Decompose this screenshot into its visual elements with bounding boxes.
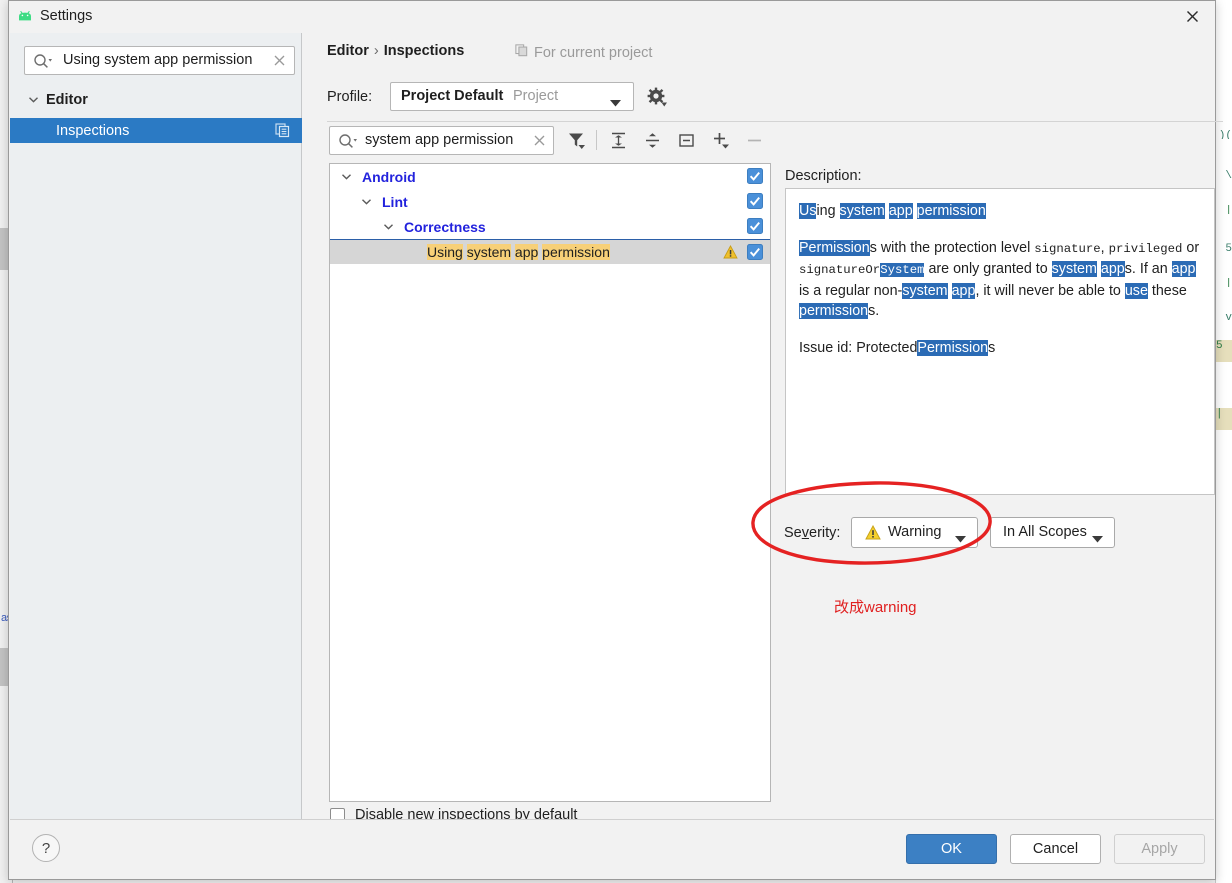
remove-button xyxy=(741,128,767,152)
dialog-title: Settings xyxy=(40,8,93,24)
severity-label: Severity: xyxy=(784,525,841,541)
warning-icon xyxy=(723,245,738,262)
dialog-footer: ? OK Cancel Apply xyxy=(10,819,1214,878)
tree-node-android[interactable]: Android xyxy=(330,164,770,189)
settings-search-value: Using system app permission xyxy=(63,52,253,68)
settings-sidebar: Using system app permission Editor Inspe… xyxy=(10,33,302,821)
help-button[interactable]: ? xyxy=(32,834,60,862)
inspection-search-value: system app permission xyxy=(365,132,514,148)
chevron-down-icon[interactable] xyxy=(338,171,354,182)
tree-node-lint[interactable]: Lint xyxy=(330,189,770,214)
sidebar-item-inspections[interactable]: Inspections xyxy=(10,118,302,143)
settings-dialog: Settings Using system app permission Edi… xyxy=(8,0,1223,880)
breadcrumb-root[interactable]: Editor xyxy=(327,43,369,59)
ide-code-line: | xyxy=(1225,205,1232,214)
settings-content-pane: Editor › Inspections For current project P… xyxy=(302,33,1223,823)
sidebar-item-label: Inspections xyxy=(56,122,130,139)
tree-leaf-using-system-app-permission[interactable]: Using system app permission xyxy=(330,239,770,264)
description-paragraph-body: Permissions with the protection level si… xyxy=(799,239,1200,319)
description-paragraph-title: Using system app permission xyxy=(799,203,986,219)
tree-leaf-checkbox[interactable] xyxy=(747,244,763,263)
ide-code-line: )( xyxy=(1218,130,1232,139)
scope-value: In All Scopes xyxy=(1003,524,1087,540)
toolbar-separator xyxy=(596,130,597,150)
ok-button[interactable]: OK xyxy=(906,834,997,864)
tree-node-checkbox[interactable] xyxy=(747,193,763,212)
expand-all-button[interactable] xyxy=(605,128,631,152)
search-icon xyxy=(338,133,358,152)
inspection-tree[interactable]: Android Lint Correctness Using system ap… xyxy=(329,163,771,802)
sidebar-item-label: Editor xyxy=(46,91,88,108)
ide-code-line: v xyxy=(1225,312,1232,321)
tree-leaf-label: Using system app permission xyxy=(427,244,610,260)
match-highlight: Using xyxy=(427,244,463,260)
apply-button: Apply xyxy=(1114,834,1205,864)
settings-search-input[interactable]: Using system app permission xyxy=(24,46,295,75)
profile-combobox[interactable]: Project Default Project xyxy=(390,82,634,111)
ide-code-line: 5 xyxy=(1225,243,1232,252)
tree-node-checkbox[interactable] xyxy=(747,168,763,187)
chevron-down-icon[interactable] xyxy=(380,221,396,232)
for-current-project-note: For current project xyxy=(515,44,652,61)
for-current-project-label: For current project xyxy=(534,44,653,61)
copy-icon xyxy=(515,44,528,61)
tree-node-label: Lint xyxy=(382,193,408,210)
tree-node-correctness[interactable]: Correctness xyxy=(330,214,770,239)
breadcrumb-leaf: Inspections xyxy=(383,43,465,59)
box-minus-icon[interactable] xyxy=(673,128,699,152)
sidebar-item-editor[interactable]: Editor xyxy=(10,87,302,112)
severity-combobox[interactable]: Warning xyxy=(851,517,978,548)
chevron-down-icon[interactable] xyxy=(358,196,374,207)
add-button[interactable] xyxy=(707,128,733,152)
chevron-down-icon[interactable] xyxy=(28,94,42,105)
ide-code-line-highlight: | xyxy=(1216,408,1232,430)
breadcrumb: Editor › Inspections xyxy=(327,43,464,59)
dialog-titlebar: Settings xyxy=(9,1,1215,33)
clear-icon[interactable] xyxy=(533,134,546,150)
description-box: Using system app permission Permissions … xyxy=(785,188,1215,495)
ide-code-line-highlight: 5 xyxy=(1216,340,1232,362)
annotation-text: 改成warning xyxy=(834,599,917,616)
close-icon[interactable] xyxy=(1170,1,1215,32)
profile-label: Profile: xyxy=(327,89,373,105)
scope-combobox[interactable]: In All Scopes xyxy=(990,517,1115,548)
copy-icon[interactable] xyxy=(275,123,290,141)
tree-node-checkbox[interactable] xyxy=(747,218,763,237)
gear-icon[interactable] xyxy=(647,87,667,110)
match-highlight: app xyxy=(514,244,539,260)
ide-code-line: \ xyxy=(1225,170,1232,179)
search-icon xyxy=(33,53,53,72)
chevron-down-icon xyxy=(610,95,621,110)
collapse-all-button[interactable] xyxy=(639,128,665,152)
ide-code-line: | xyxy=(1225,278,1232,287)
android-icon xyxy=(17,10,33,24)
severity-value: Warning xyxy=(888,524,942,540)
ide-editor-behind: )( \ | 5 | v 5 | xyxy=(1215,0,1232,883)
cancel-button[interactable]: Cancel xyxy=(1010,834,1101,864)
match-highlight: permission xyxy=(542,244,610,260)
description-label: Description: xyxy=(785,168,862,184)
tree-node-label: Correctness xyxy=(404,218,486,235)
filter-button[interactable] xyxy=(563,128,589,152)
profile-scope: Project xyxy=(513,88,559,104)
warning-icon xyxy=(865,524,881,543)
breadcrumb-separator: › xyxy=(373,43,379,59)
clear-icon[interactable] xyxy=(273,54,286,70)
match-highlight: system xyxy=(466,244,512,260)
description-paragraph-issue-id: Issue id: ProtectedPermissions xyxy=(799,339,996,356)
inspection-search-input[interactable]: system app permission xyxy=(329,126,554,155)
chevron-down-icon xyxy=(1092,531,1103,546)
toolbar-divider xyxy=(327,121,1223,122)
tree-node-label: Android xyxy=(362,168,416,185)
chevron-down-icon xyxy=(955,531,966,546)
profile-name: Project Default xyxy=(401,88,504,104)
